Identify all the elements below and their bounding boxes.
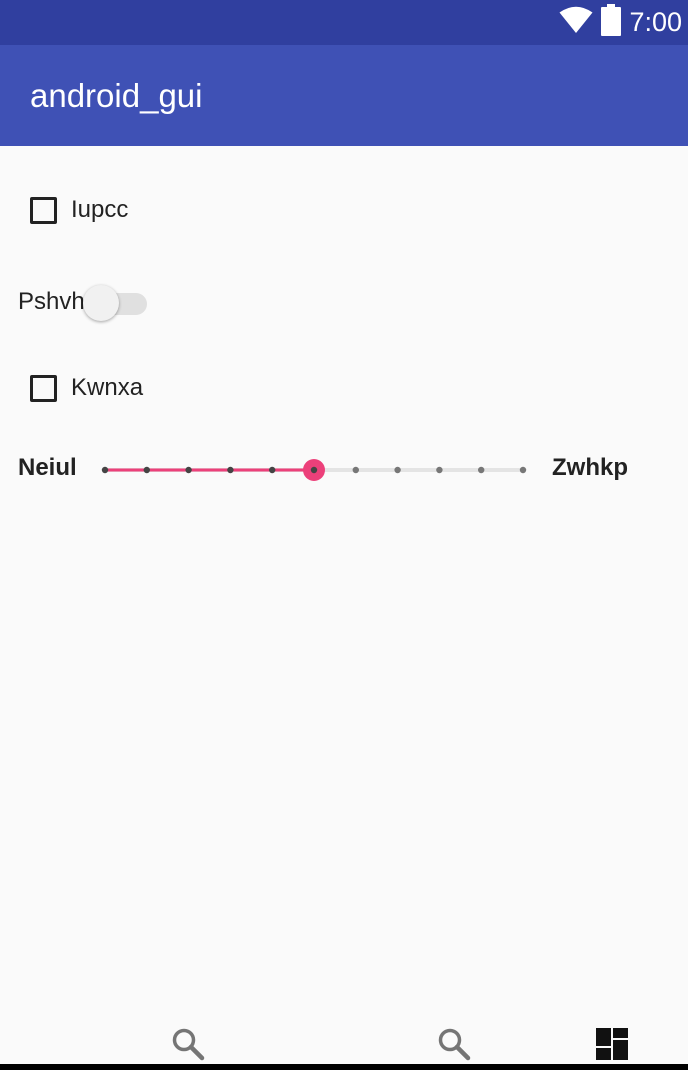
nav-search-button-2[interactable] [434,1024,474,1064]
slider-tick [143,466,150,474]
seekbar-row: Neiul Zwhkp [0,448,688,488]
status-time: 7:00 [629,7,682,37]
switch-pshvh[interactable]: Pshvh [18,282,149,322]
app-bar: android_gui [0,45,688,146]
checkbox-label: Iupcc [71,196,129,223]
nav-dashboard-button[interactable] [592,1024,632,1064]
slider-min-label: Neiul [18,454,77,481]
battery-icon [601,4,622,41]
slider-tick [478,466,485,474]
app-title: android_gui [30,77,203,114]
wifi-icon [559,6,593,39]
slider-tick [185,466,192,474]
slider-tick [394,466,401,474]
checkbox-box[interactable] [30,196,57,224]
discrete-slider[interactable] [90,448,540,488]
dashboard-icon [596,1028,628,1060]
nav-search-button-1[interactable] [168,1024,208,1064]
checkbox-iupcc[interactable]: Iupcc [30,192,128,228]
slider-tick [269,466,276,474]
status-bar: 7:00 [0,0,688,45]
switch-label: Pshvh [18,288,85,315]
slider-tick [310,466,318,474]
status-icons: 7:00 [559,0,682,45]
slider-tick [519,466,527,474]
search-icon [438,1028,471,1061]
switch-thumb[interactable] [82,285,119,321]
slider-tick [227,466,234,474]
bottom-navigation [0,1024,688,1064]
checkbox-kwnxa[interactable]: Kwnxa [30,370,143,406]
system-nav-bar [0,1064,688,1070]
search-icon [172,1028,205,1061]
slider-tick [352,466,359,474]
slider-max-label: Zwhkp [552,454,628,481]
toggle-switch[interactable] [82,282,149,322]
slider-tick [101,466,109,474]
slider-tick [436,466,443,474]
checkbox-box[interactable] [30,374,57,402]
checkbox-label: Kwnxa [71,374,144,401]
content-area: Iupcc Pshvh Kwnxa Neiul Zwhkp [0,146,688,1024]
